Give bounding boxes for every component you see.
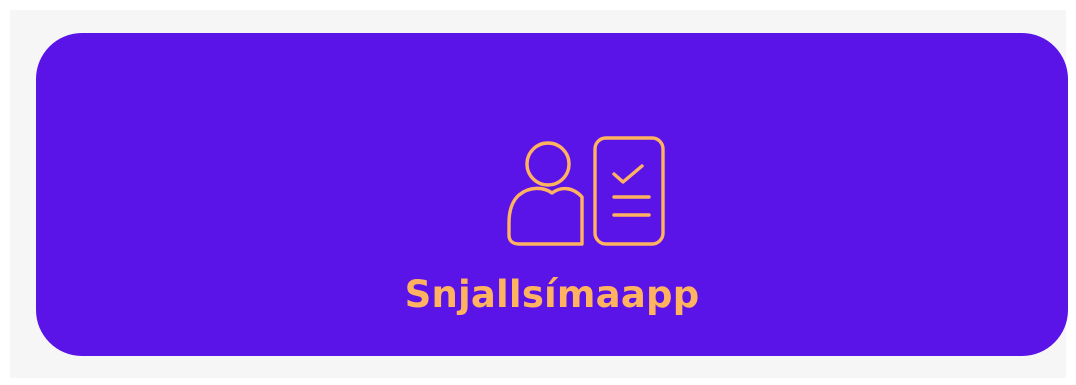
card-label: Snjallsímaapp <box>404 273 700 316</box>
smartphone-app-card[interactable]: Snjallsímaapp <box>36 33 1068 356</box>
